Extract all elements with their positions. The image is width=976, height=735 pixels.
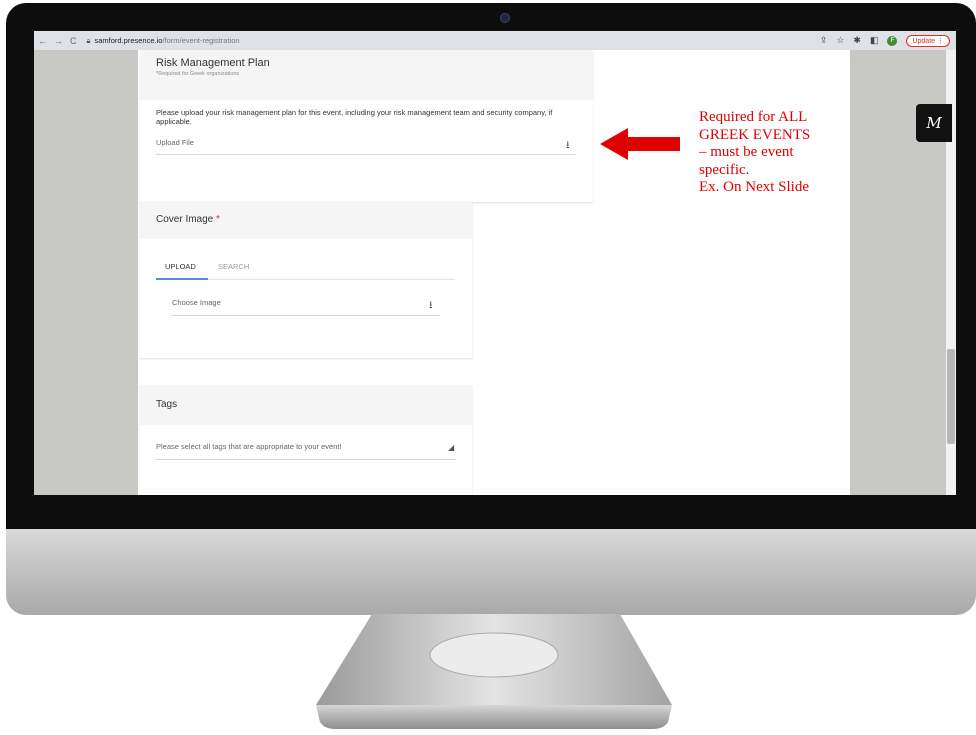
browser-toolbar: ← → C 🔒︎ samford.presence.io/form/event-… (34, 31, 956, 50)
upload-icon[interactable]: ⭳ (429, 298, 433, 315)
annotation-line: GREEK EVENTS (699, 126, 811, 143)
back-icon[interactable]: ← (38, 36, 47, 46)
tags-card: Tags Please select all tags that are app… (140, 385, 472, 495)
forward-icon[interactable]: → (54, 36, 63, 46)
risk-management-title: Risk Management Plan (156, 57, 270, 69)
profile-avatar[interactable]: F (887, 35, 898, 46)
choose-image-placeholder: Choose Image (172, 298, 221, 307)
tags-placeholder: Please select all tags that are appropri… (156, 442, 342, 451)
annotation-line: specific. (699, 161, 750, 178)
tags-title: Tags (140, 385, 472, 425)
extensions-icon[interactable]: ✱ (853, 35, 861, 46)
reload-icon[interactable]: C (70, 36, 77, 46)
active-tab-indicator (156, 278, 208, 280)
required-asterisk: * (216, 214, 220, 225)
tab-search[interactable]: SEARCH (218, 262, 249, 271)
page-margin-left (34, 50, 138, 495)
scrollbar-thumb[interactable] (947, 349, 955, 444)
address-bar[interactable]: 🔒︎ samford.presence.io/form/event-regist… (87, 36, 240, 46)
widget-logo-button[interactable]: M (916, 104, 952, 142)
red-arrow-icon (600, 128, 680, 160)
annotation-line: – must be event (699, 144, 794, 160)
url-path: /form/event-registration (162, 36, 240, 45)
upload-file-placeholder: Upload File (156, 138, 194, 147)
annotation-text: Required for ALL GREEK EVENTS – must be … (699, 109, 810, 197)
upload-file-field[interactable]: Upload File (156, 138, 576, 155)
tags-select[interactable]: Please select all tags that are appropri… (156, 442, 456, 460)
annotation-line: Ex. On Next Slide (699, 179, 809, 195)
upload-icon[interactable]: ⭳ (566, 138, 570, 155)
choose-image-field[interactable]: Choose Image (172, 298, 440, 316)
risk-management-subtitle: *Required for Greek organizations (156, 71, 240, 77)
update-button[interactable]: Update ⋮ (906, 34, 950, 47)
screen: ← → C 🔒︎ samford.presence.io/form/event-… (34, 31, 956, 495)
cover-image-tabs: UPLOAD SEARCH (156, 259, 455, 280)
url-host: samford.presence.io (94, 36, 163, 45)
sidepanel-icon[interactable]: ◧ (870, 35, 879, 46)
cover-image-title: Cover Image (156, 214, 214, 225)
star-icon[interactable]: ☆ (836, 35, 844, 46)
share-icon[interactable]: ⇪ (820, 35, 828, 46)
annotation-line: Required for ALL (699, 109, 808, 125)
tab-upload[interactable]: UPLOAD (165, 262, 196, 271)
risk-management-card: Risk Management Plan *Required for Greek… (140, 50, 593, 202)
dropdown-caret-icon[interactable]: ◢ (448, 443, 454, 452)
risk-management-description: Please upload your risk management plan … (156, 108, 553, 126)
cover-image-card: Cover Image * UPLOAD SEARCH Choose Image… (140, 201, 472, 358)
lock-icon: 🔒︎ (86, 35, 91, 45)
